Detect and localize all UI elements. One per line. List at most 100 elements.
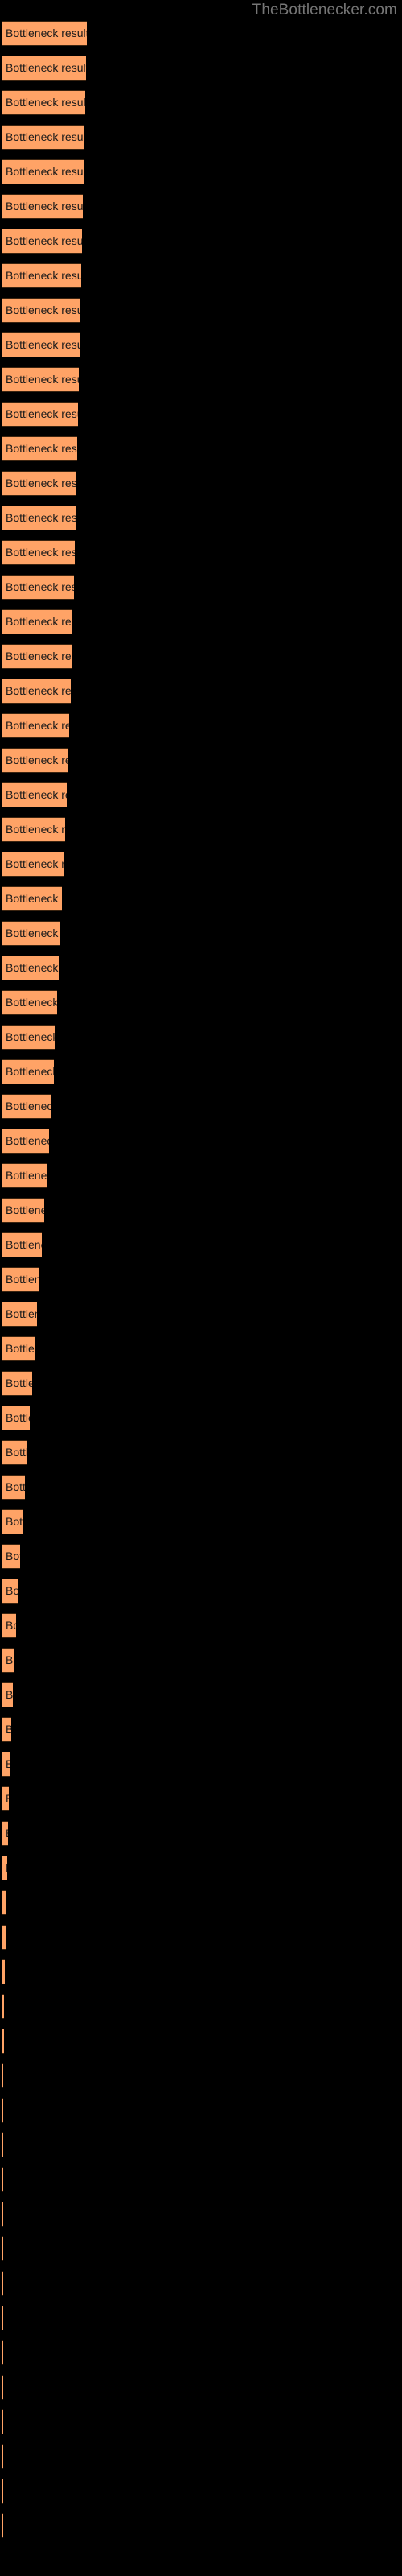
bar[interactable]: Bottleneck result <box>2 1440 27 1465</box>
bar[interactable]: Bottleneck result <box>2 471 76 496</box>
bar[interactable]: Bottleneck result <box>2 1579 18 1604</box>
bar[interactable]: Bottleneck result <box>2 56 86 80</box>
bar[interactable]: Bottleneck result <box>2 1509 23 1534</box>
bar[interactable]: Bottleneck result <box>2 1821 8 1846</box>
bar[interactable]: Bottleneck result <box>2 2479 3 2504</box>
bar-row: Bottleneck result <box>0 1475 402 1500</box>
bar[interactable]: Bottleneck result <box>2 1544 20 1569</box>
bar[interactable]: Bottleneck result <box>2 506 76 530</box>
bar[interactable]: Bottleneck result <box>2 1129 49 1154</box>
bar[interactable]: Bottleneck result <box>2 990 57 1015</box>
bar[interactable]: Bottleneck result <box>2 2513 3 2538</box>
bar[interactable]: Bottleneck result <box>2 1890 6 1915</box>
bar[interactable]: Bottleneck result <box>2 2167 3 2192</box>
bar[interactable]: Bottleneck result <box>2 782 67 807</box>
bar-row: Bottleneck result <box>0 956 402 980</box>
bar[interactable]: Bottleneck result <box>2 2409 3 2434</box>
bar-label: Bottleneck result <box>6 511 76 524</box>
bar-row: Bottleneck result <box>0 1786 402 1811</box>
bar[interactable]: Bottleneck result <box>2 229 82 254</box>
bar[interactable]: Bottleneck result <box>2 159 84 184</box>
bar[interactable]: Bottleneck result <box>2 2271 3 2296</box>
bar[interactable]: Bottleneck result <box>2 90 85 115</box>
bar[interactable]: Bottleneck result <box>2 1232 42 1257</box>
bar[interactable]: Bottleneck result <box>2 436 77 461</box>
bar-row: Bottleneck result <box>0 1025 402 1050</box>
bar[interactable]: Bottleneck result <box>2 2236 3 2261</box>
bar[interactable]: Bottleneck result <box>2 609 72 634</box>
bar[interactable]: Bottleneck result <box>2 1336 35 1361</box>
bar[interactable]: Bottleneck result <box>2 1406 30 1430</box>
bar-row: Bottleneck result <box>0 1925 402 1950</box>
bar[interactable]: Bottleneck result <box>2 1059 54 1084</box>
bar[interactable]: Bottleneck result <box>2 1267 39 1292</box>
bar[interactable]: Bottleneck result <box>2 1752 10 1777</box>
bar[interactable]: Bottleneck result <box>2 1094 51 1119</box>
bar[interactable]: Bottleneck result <box>2 817 65 842</box>
bar-label: Bottleneck result <box>6 1718 11 1741</box>
bar-row: Bottleneck result <box>0 852 402 877</box>
bar[interactable]: Bottleneck result <box>2 1925 6 1950</box>
bar[interactable]: Bottleneck result <box>2 1959 5 1984</box>
bar[interactable]: Bottleneck result <box>2 21 87 46</box>
bar[interactable]: Bottleneck result <box>2 713 69 738</box>
bar[interactable]: Bottleneck result <box>2 852 64 877</box>
bar[interactable]: Bottleneck result <box>2 2375 3 2400</box>
bar[interactable]: Bottleneck result <box>2 1302 37 1327</box>
bar[interactable]: Bottleneck result <box>2 748 68 773</box>
bar[interactable]: Bottleneck result <box>2 1682 13 1707</box>
bar[interactable]: Bottleneck result <box>2 2340 3 2365</box>
bar-row: Bottleneck result <box>0 1406 402 1430</box>
bar-label: Bottleneck result <box>6 165 84 178</box>
bar[interactable]: Bottleneck result <box>2 1786 9 1811</box>
bar-row: Bottleneck result <box>0 990 402 1015</box>
bar[interactable]: Bottleneck result <box>2 1371 32 1396</box>
bar-label: Bottleneck result <box>6 269 81 282</box>
bar[interactable]: Bottleneck result <box>2 332 80 357</box>
bar-row: Bottleneck result <box>0 1163 402 1188</box>
bar-label: Bottleneck result <box>6 1550 20 1563</box>
bar[interactable]: Bottleneck result <box>2 956 59 980</box>
bar[interactable]: Bottleneck result <box>2 1163 47 1188</box>
bar[interactable]: Bottleneck result <box>2 263 81 288</box>
bar[interactable]: Bottleneck result <box>2 2098 3 2123</box>
bar[interactable]: Bottleneck result <box>2 1994 4 2019</box>
bar-label: Bottleneck result <box>6 234 82 247</box>
bar[interactable]: Bottleneck result <box>2 2202 3 2227</box>
bar-label: Bottleneck result <box>6 1342 35 1355</box>
bar[interactable]: Bottleneck result <box>2 125 84 150</box>
bar[interactable]: Bottleneck result <box>2 298 80 323</box>
bar[interactable]: Bottleneck result <box>2 2132 3 2157</box>
bar[interactable]: Bottleneck result <box>2 644 72 669</box>
bar-row: Bottleneck result <box>0 2236 402 2261</box>
bar[interactable]: Bottleneck result <box>2 1717 11 1742</box>
bar-label: Bottleneck result <box>6 1856 7 1880</box>
bar-label: Bottleneck result <box>6 753 68 766</box>
bar-row: Bottleneck result <box>0 2271 402 2296</box>
bar[interactable]: Bottleneck result <box>2 2306 3 2330</box>
bar[interactable]: Bottleneck result <box>2 1475 25 1500</box>
bar[interactable]: Bottleneck result <box>2 2063 3 2088</box>
bar[interactable]: Bottleneck result <box>2 1198 44 1223</box>
bar[interactable]: Bottleneck result <box>2 540 75 565</box>
bar[interactable]: Bottleneck result <box>2 575 74 600</box>
bar[interactable]: Bottleneck result <box>2 1613 16 1638</box>
bar[interactable]: Bottleneck result <box>2 2444 3 2469</box>
bar[interactable]: Bottleneck result <box>2 886 62 911</box>
bar[interactable]: Bottleneck result <box>2 194 83 219</box>
bar-label: Bottleneck result <box>6 719 69 732</box>
bar[interactable]: Bottleneck result <box>2 367 79 392</box>
bar-row: Bottleneck result <box>0 471 402 496</box>
bar[interactable]: Bottleneck result <box>2 1856 7 1880</box>
bar[interactable]: Bottleneck result <box>2 2029 4 2054</box>
bar-label: Bottleneck result <box>6 1307 37 1320</box>
bar[interactable]: Bottleneck result <box>2 679 71 704</box>
bar-row: Bottleneck result <box>0 2306 402 2330</box>
bar[interactable]: Bottleneck result <box>2 402 78 427</box>
bar[interactable]: Bottleneck result <box>2 1025 55 1050</box>
bar[interactable]: Bottleneck result <box>2 1648 14 1673</box>
bottleneck-bar-chart: Bottleneck result Bottleneck result Bottle… <box>0 0 402 2576</box>
bar-row: Bottleneck result <box>0 1890 402 1915</box>
bar[interactable]: Bottleneck result <box>2 921 60 946</box>
bar-label: Bottleneck result <box>6 1169 47 1182</box>
